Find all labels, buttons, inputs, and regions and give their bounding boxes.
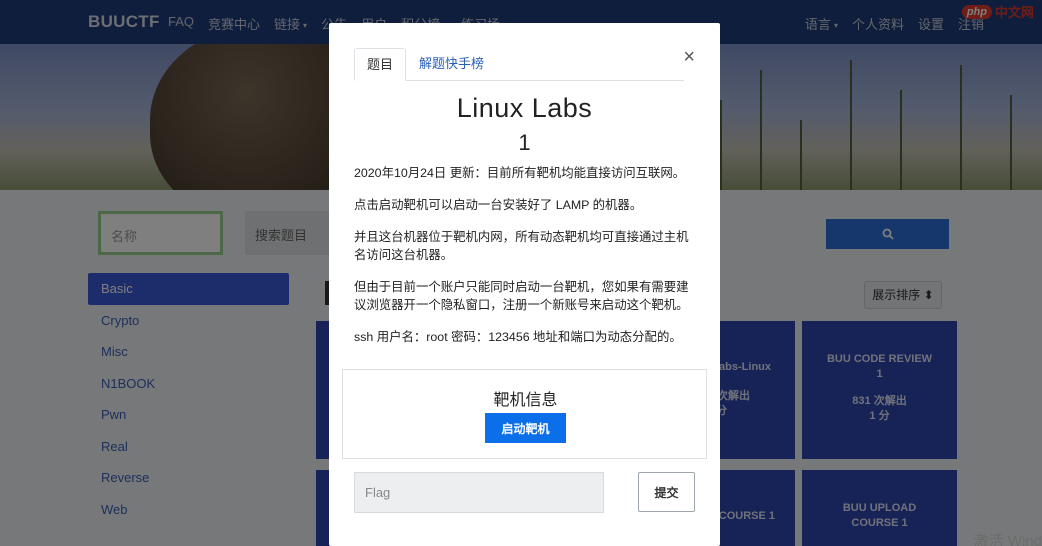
- description-paragraph: 2020年10月24日 更新：目前所有靶机均能直接访问互联网。: [354, 166, 686, 180]
- close-icon[interactable]: ×: [683, 46, 695, 69]
- start-target-button[interactable]: 启动靶机: [485, 413, 566, 443]
- challenge-score: 1: [518, 130, 531, 155]
- description-paragraph: ssh 用户名：root 密码：123456 地址和端口为动态分配的。: [354, 330, 682, 344]
- target-machine-panel: 靶机信息 启动靶机: [342, 369, 707, 459]
- tab-solves[interactable]: 解题快手榜: [407, 48, 496, 81]
- description-paragraph: 但由于目前一个账户只能同时启动一台靶机，您如果有需要建议浏览器开一个隐私窗口，注…: [354, 280, 689, 312]
- flag-input[interactable]: Flag: [354, 472, 604, 513]
- modal-tabs: 题目 解题快手榜: [354, 48, 684, 81]
- submit-flag-button[interactable]: 提交: [638, 472, 695, 512]
- target-machine-title: 靶机信息: [493, 392, 558, 409]
- challenge-description: 2020年10月24日 更新：目前所有靶机均能直接访问互联网。 点击启动靶机可以…: [354, 164, 699, 360]
- description-paragraph: 并且这台机器位于靶机内网，所有动态靶机均可直接通过主机名访问这台机器。: [354, 230, 689, 262]
- tab-challenge[interactable]: 题目: [354, 48, 407, 81]
- challenge-title: Linux Labs: [456, 93, 593, 123]
- challenge-modal: 题目 解题快手榜 × Linux Labs 1 2020年10月24日 更新：目…: [329, 23, 720, 546]
- description-paragraph: 点击启动靶机可以启动一台安装好了 LAMP 的机器。: [354, 198, 643, 212]
